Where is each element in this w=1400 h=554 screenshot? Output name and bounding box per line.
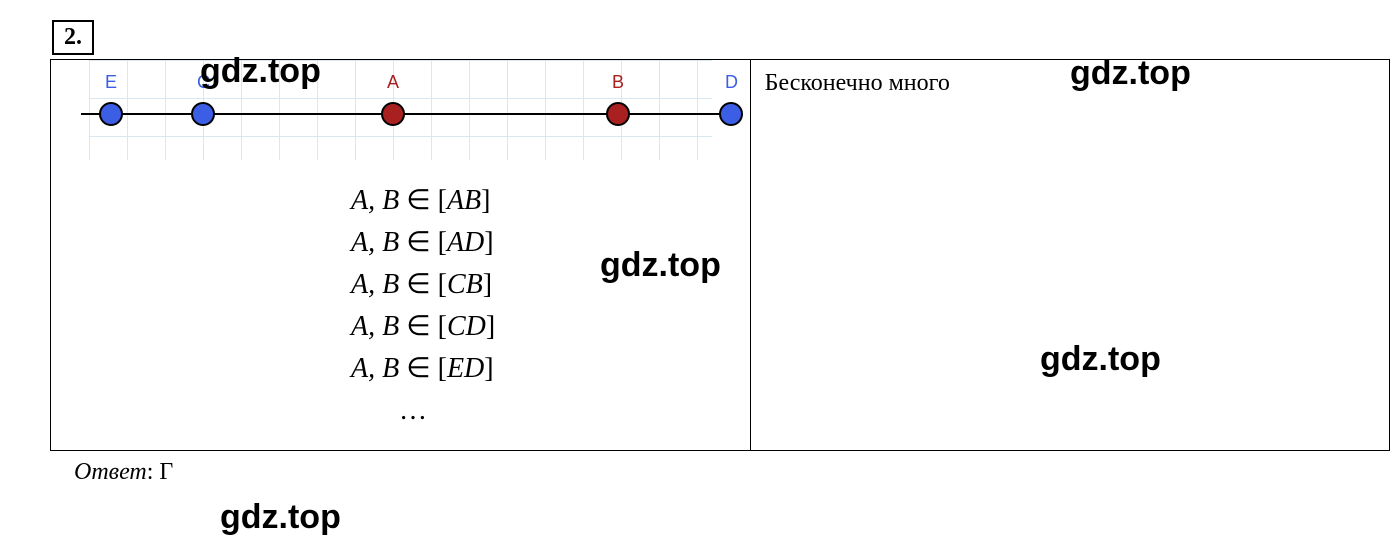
answer-label: Ответ xyxy=(74,459,147,485)
math-line-2: A, B ∈ [AD] xyxy=(351,222,750,264)
point-d xyxy=(719,102,743,126)
math-rel: ∈ xyxy=(399,353,437,384)
bracket-close: ] xyxy=(483,269,492,300)
math-set: ED xyxy=(447,353,484,384)
point-b xyxy=(606,102,630,126)
math-lhs: A, B xyxy=(351,185,399,216)
bracket-close: ] xyxy=(486,311,495,342)
math-rel: ∈ xyxy=(399,311,437,342)
math-lhs: A, B xyxy=(351,353,399,384)
math-rel: ∈ xyxy=(399,227,437,258)
bracket-open: [ xyxy=(438,353,447,384)
math-lhs: A, B xyxy=(351,311,399,342)
point-label-d: D xyxy=(725,72,738,93)
point-label-e: E xyxy=(105,72,117,93)
solution-right-cell: Бесконечно много xyxy=(750,60,1389,451)
answer-line: Ответ: Г xyxy=(74,459,1380,486)
math-lhs: A, B xyxy=(351,269,399,300)
point-c xyxy=(191,102,215,126)
math-set: CB xyxy=(447,269,483,300)
math-line-1: A, B ∈ [AB] xyxy=(351,180,750,222)
math-line-3: A, B ∈ [CB] xyxy=(351,264,750,306)
solution-table: E C A B D A, B ∈ [AB] A, xyxy=(50,59,1390,451)
point-label-c: C xyxy=(197,72,210,93)
answer-value: Г xyxy=(159,459,173,485)
math-rel: ∈ xyxy=(399,269,437,300)
math-rel: ∈ xyxy=(399,185,437,216)
bracket-open: [ xyxy=(438,311,447,342)
bracket-close: ] xyxy=(481,185,490,216)
bracket-open: [ xyxy=(438,185,447,216)
math-set: AB xyxy=(447,185,481,216)
bracket-close: ] xyxy=(484,227,493,258)
point-a xyxy=(381,102,405,126)
math-line-5: A, B ∈ [ED] xyxy=(351,348,750,390)
bracket-open: [ xyxy=(438,227,447,258)
math-line-4: A, B ∈ [CD] xyxy=(351,306,750,348)
math-ellipsis: … xyxy=(351,390,750,432)
watermark: gdz.top xyxy=(220,498,341,537)
point-label-b: B xyxy=(612,72,624,93)
math-set: AD xyxy=(447,227,484,258)
point-e xyxy=(99,102,123,126)
point-label-a: A xyxy=(387,72,399,93)
right-text: Бесконечно много xyxy=(765,70,950,96)
number-line-diagram: E C A B D xyxy=(51,60,750,160)
math-set: CD xyxy=(447,311,486,342)
bracket-close: ] xyxy=(484,353,493,384)
math-block: A, B ∈ [AB] A, B ∈ [AD] A, B ∈ [CB] A, B… xyxy=(51,160,750,450)
solution-left-cell: E C A B D A, B ∈ [AB] A, xyxy=(51,60,751,451)
problem-number: 2. xyxy=(52,20,94,55)
bracket-open: [ xyxy=(438,269,447,300)
page-wrapper: gdz.top gdz.top gdz.top gdz.top gdz.top … xyxy=(20,20,1380,486)
math-lhs: A, B xyxy=(351,227,399,258)
answer-sep: : xyxy=(147,459,160,485)
